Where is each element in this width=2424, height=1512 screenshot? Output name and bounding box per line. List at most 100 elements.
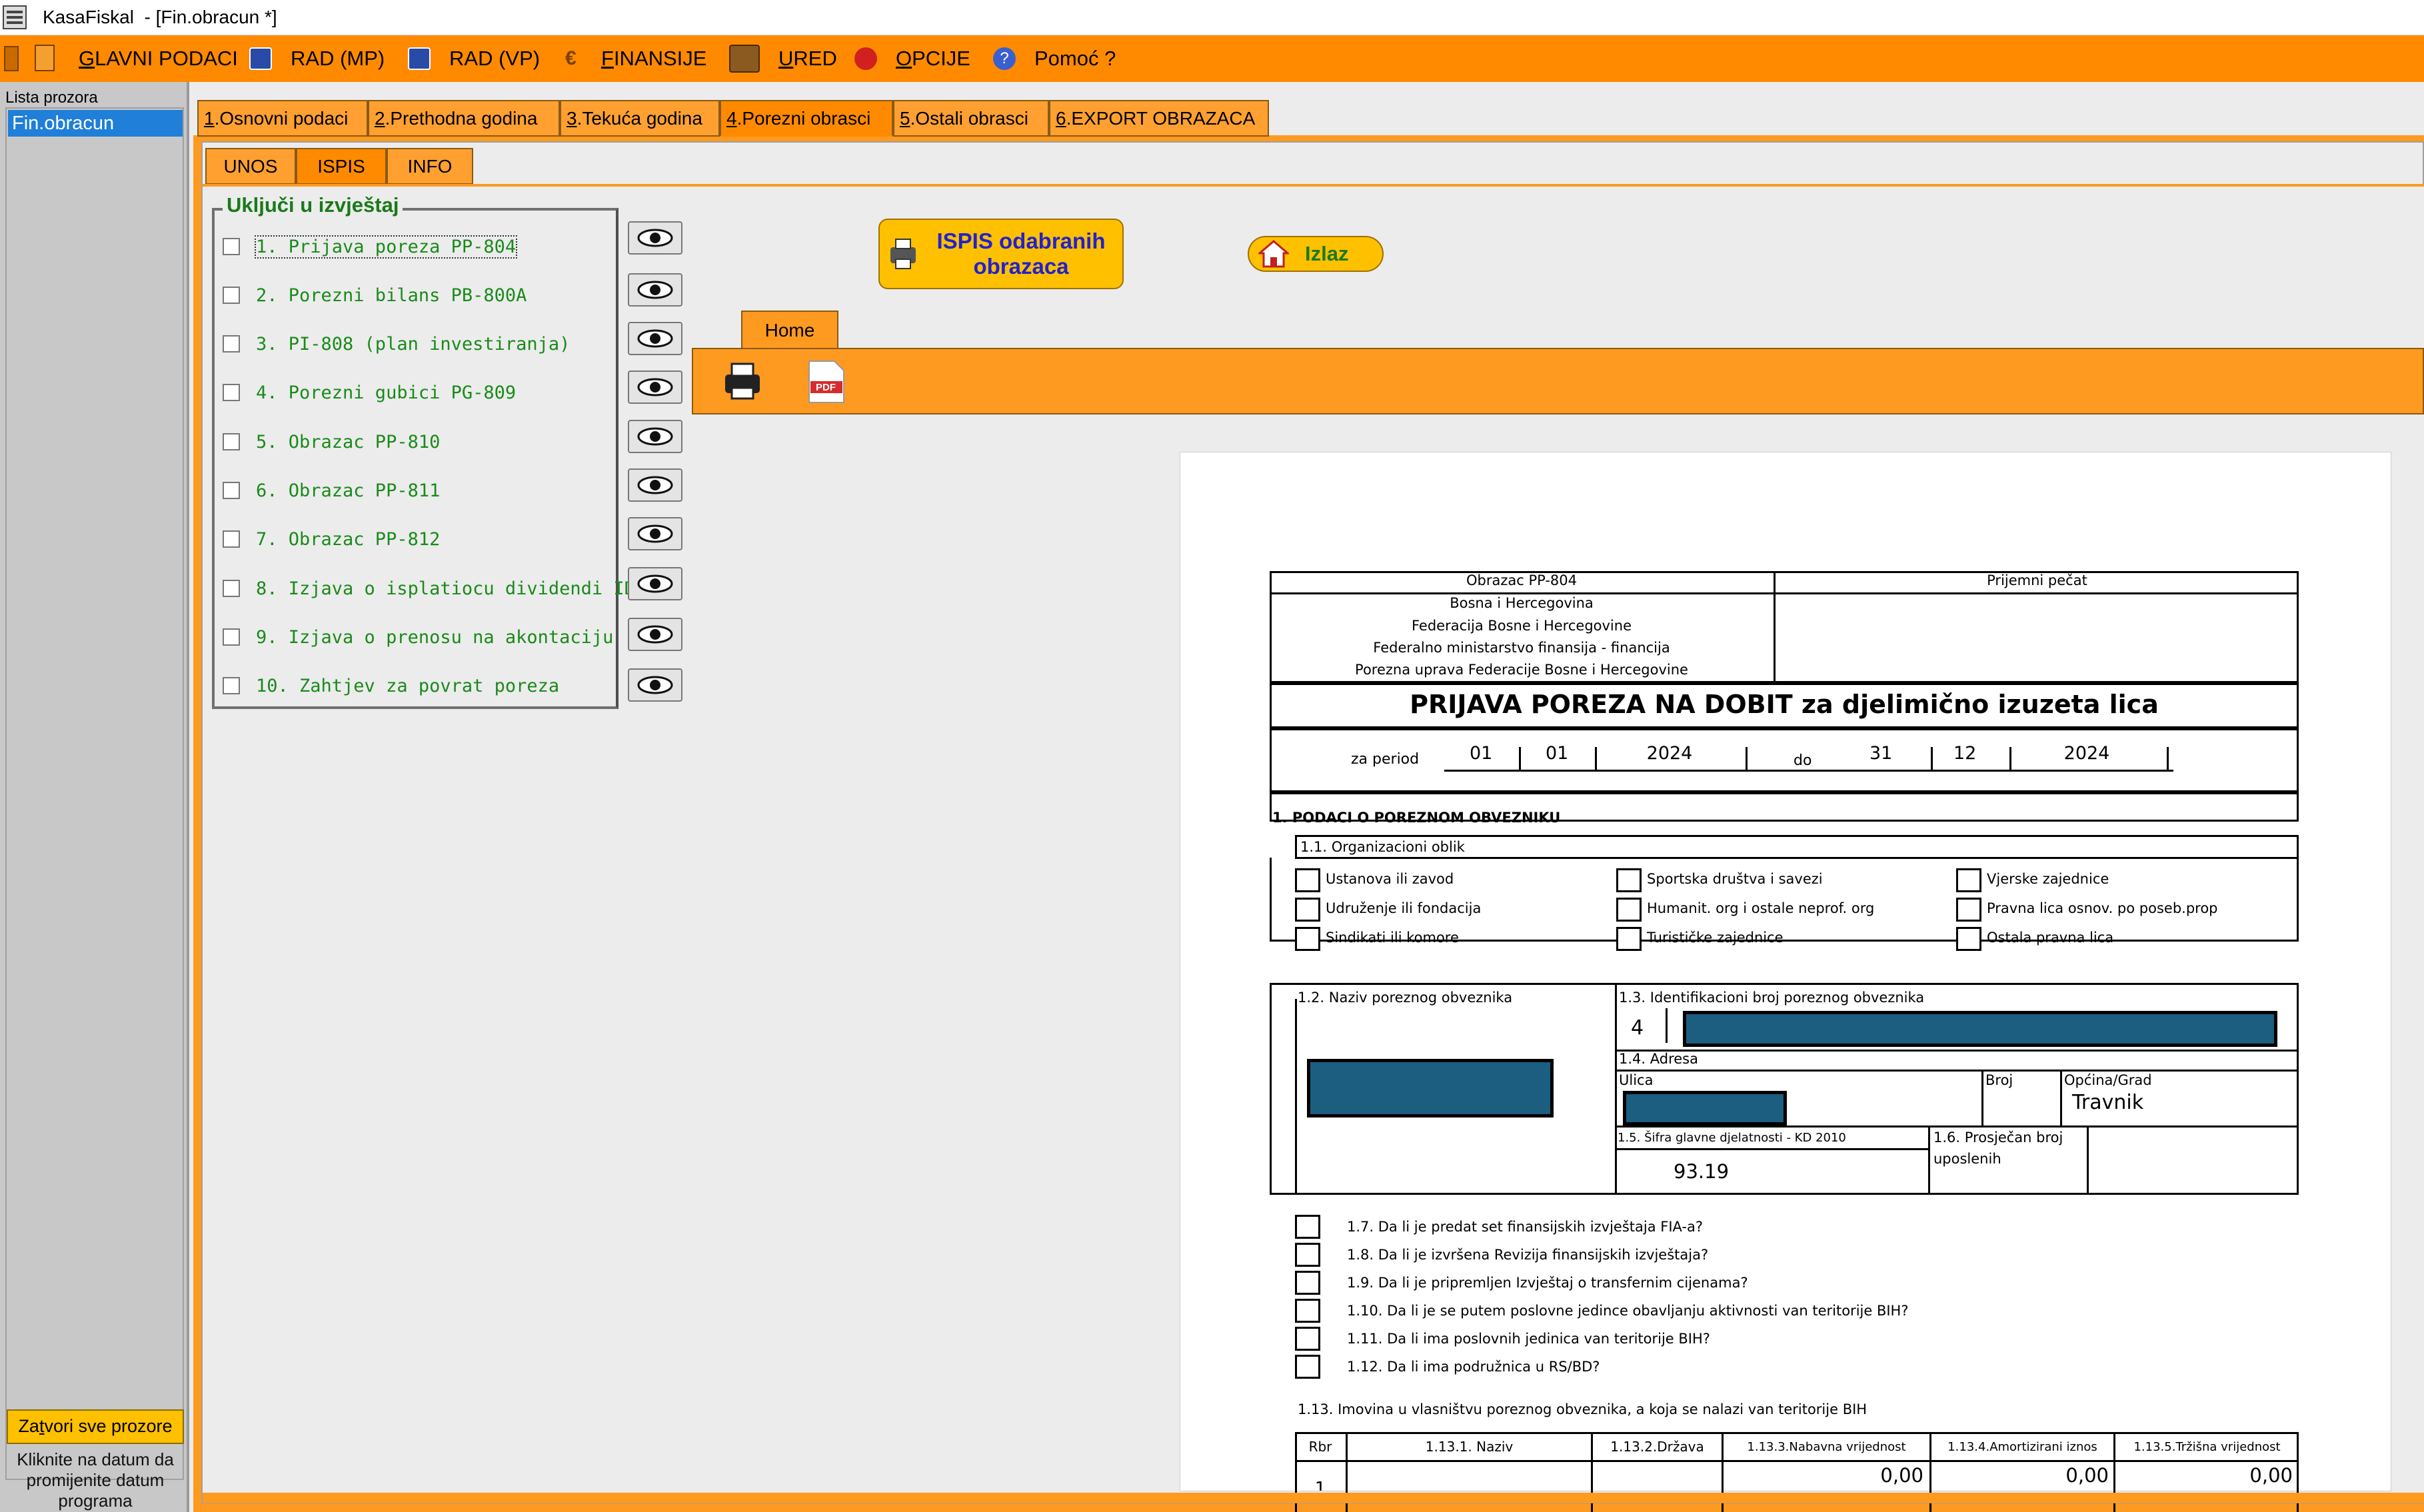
tab-porezni-obrasci[interactable]: 4 .Porezni obrasci	[720, 100, 893, 137]
checkbox[interactable]	[223, 238, 240, 255]
preview-button[interactable]	[628, 618, 682, 651]
tab-ispis[interactable]: ISPIS	[296, 148, 387, 185]
exit-button[interactable]: Izlaz	[1248, 236, 1384, 272]
menu-bar: G LAVNI PODACI RAD (MP) RAD (VP) € F INANS…	[0, 35, 2424, 82]
window-list-item[interactable]: Fin.obracun	[8, 110, 183, 137]
divider	[1270, 592, 2299, 594]
divider	[1615, 1050, 2299, 1052]
issuer-line: Federacija Bosne i Hercegovine	[1412, 618, 1632, 634]
report-item-label: 2. Porezni bilans PB-800A	[256, 285, 527, 306]
export-pdf-button[interactable]: PDF	[806, 360, 846, 404]
window-list-panel: Lista prozora Fin.obracun	[0, 82, 189, 1512]
menu-ured[interactable]: U RED	[729, 35, 837, 82]
period-from-year: 2024	[1646, 743, 1693, 764]
include-in-report-title: Uključi u izvještaj	[223, 193, 403, 217]
period-to-label: do	[1794, 752, 1812, 769]
report-item-4[interactable]: 4. Porezni gubici PG-809	[223, 379, 516, 406]
preview-button[interactable]	[628, 273, 682, 307]
window-list-header: Lista prozora	[5, 89, 98, 107]
report-item-9[interactable]: 9. Izjava o prenosu na akontaciju	[223, 624, 613, 650]
preview-button[interactable]	[628, 322, 682, 355]
document-name: - [Fin.obracun *]	[144, 7, 277, 27]
org-option-checkbox	[1616, 927, 1642, 951]
viewer-ribbon: PDF	[692, 348, 2424, 414]
preview-button[interactable]	[628, 221, 682, 255]
question-label: 1.12. Da li ima podružnica u RS/BD?	[1347, 1359, 1600, 1375]
print-button[interactable]	[721, 361, 764, 401]
tab-tekuca-godina[interactable]: 3 .Tekuća godina	[560, 100, 720, 137]
print-selected-forms-button[interactable]: ISPIS odabranih obrazaca	[878, 219, 1124, 289]
computer-icon	[249, 47, 272, 70]
divider	[2087, 1126, 2089, 1195]
tab-osnovni-podaci[interactable]: 1 .Osnovni podaci	[197, 100, 368, 137]
employees-label: 1.6. Prosječan broj	[1933, 1130, 2063, 1145]
checkbox[interactable]	[223, 677, 240, 694]
report-item-label: 9. Izjava o prenosu na akontaciju	[256, 626, 614, 648]
assets-col-header: Rbr	[1308, 1439, 1332, 1455]
eye-icon	[637, 476, 673, 494]
divider	[1615, 1126, 2299, 1128]
tab-prethodna-godina[interactable]: 2 .Prethodna godina	[368, 100, 560, 137]
menu-glavni-podaci[interactable]: G LAVNI PODACI	[79, 35, 238, 82]
question-checkbox	[1295, 1243, 1320, 1267]
street-label: Ulica	[1619, 1072, 1654, 1088]
app-icon	[3, 5, 27, 29]
eye-icon	[637, 329, 673, 348]
divider	[1615, 1148, 1928, 1150]
window-list: Fin.obracun	[5, 107, 184, 1480]
question-checkbox	[1295, 1271, 1320, 1295]
menu-rad-mp[interactable]: RAD (MP)	[249, 35, 385, 82]
options-icon	[854, 47, 877, 70]
report-item-8[interactable]: 8. Izjava o isplatiocu dividendi ID-813	[223, 575, 678, 602]
tab-ostali-obrasci[interactable]: 5 .Ostali obrasci	[893, 100, 1049, 137]
report-item-2[interactable]: 2. Porezni bilans PB-800A	[223, 282, 527, 309]
euro-icon: €	[565, 47, 577, 69]
preview-button[interactable]	[628, 668, 682, 702]
checkbox[interactable]	[223, 530, 240, 548]
preview-button[interactable]	[628, 517, 682, 550]
menu-finansije[interactable]: € F INANSIJE	[565, 35, 706, 82]
preview-button[interactable]	[628, 371, 682, 404]
report-item-3[interactable]: 3. PI-808 (plan investiranja)	[223, 331, 570, 357]
menu-rad-vp[interactable]: RAD (VP)	[408, 35, 540, 82]
tab-unos[interactable]: UNOS	[205, 148, 296, 185]
report-item-6[interactable]: 6. Obrazac PP-811	[223, 477, 440, 504]
org-option-label: Ostala pravna lica	[1987, 930, 2114, 946]
assets-col-header: 1.13.4.Amortizirani iznos	[1947, 1440, 2097, 1454]
question-label: 1.7. Da li je predat set finansijskih iz…	[1347, 1219, 1704, 1235]
org-option-label: Sportska društva i savezi	[1647, 871, 1823, 887]
tab-export-obrazaca[interactable]: 6 .EXPORT OBRAZACA	[1049, 100, 1269, 137]
report-item-5[interactable]: 5. Obrazac PP-810	[223, 428, 440, 455]
question-label: 1.9. Da li je pripremljen Izvještaj o tr…	[1347, 1275, 1748, 1291]
checkbox[interactable]	[223, 628, 240, 646]
tab-info[interactable]: INFO	[387, 148, 473, 185]
question-checkbox	[1295, 1299, 1320, 1323]
checkbox[interactable]	[223, 287, 240, 304]
checkbox[interactable]	[223, 482, 240, 499]
menu-opcije[interactable]: O PCIJE	[854, 35, 970, 82]
org-option-checkbox	[1295, 927, 1320, 951]
assets-row-amortized: 0,00	[2065, 1464, 2109, 1487]
question-label: 1.10. Da li je se putem poslovne jedince…	[1347, 1303, 1909, 1319]
preview-button[interactable]	[628, 567, 682, 600]
checkbox[interactable]	[223, 433, 240, 450]
form-code: Obrazac PP-804	[1466, 572, 1577, 588]
report-item-7[interactable]: 7. Obrazac PP-812	[223, 526, 440, 552]
preview-button[interactable]	[628, 420, 682, 453]
preview-button[interactable]	[628, 468, 682, 502]
org-option-checkbox	[1616, 898, 1642, 922]
org-option-label: Turističke zajednice	[1647, 930, 1784, 946]
address-label: 1.4. Adresa	[1619, 1051, 1698, 1067]
computer-icon	[408, 47, 431, 70]
close-all-windows-button[interactable]: Zatvori sve prozore	[7, 1409, 184, 1444]
report-item-10[interactable]: 10. Zahtjev za povrat poreza	[223, 672, 559, 699]
org-option-label: Ustanova ili zavod	[1326, 871, 1454, 887]
checkbox[interactable]	[223, 384, 240, 401]
divider	[1746, 747, 1748, 771]
menu-pomoc[interactable]: ? Pomoć ?	[993, 35, 1116, 82]
ribbon-tab-home[interactable]: Home	[741, 311, 838, 349]
checkbox[interactable]	[223, 580, 240, 597]
checkbox[interactable]	[223, 335, 240, 353]
report-item-1[interactable]: 1. Prijava poreza PP-804	[223, 233, 518, 260]
divider	[2009, 747, 2011, 771]
